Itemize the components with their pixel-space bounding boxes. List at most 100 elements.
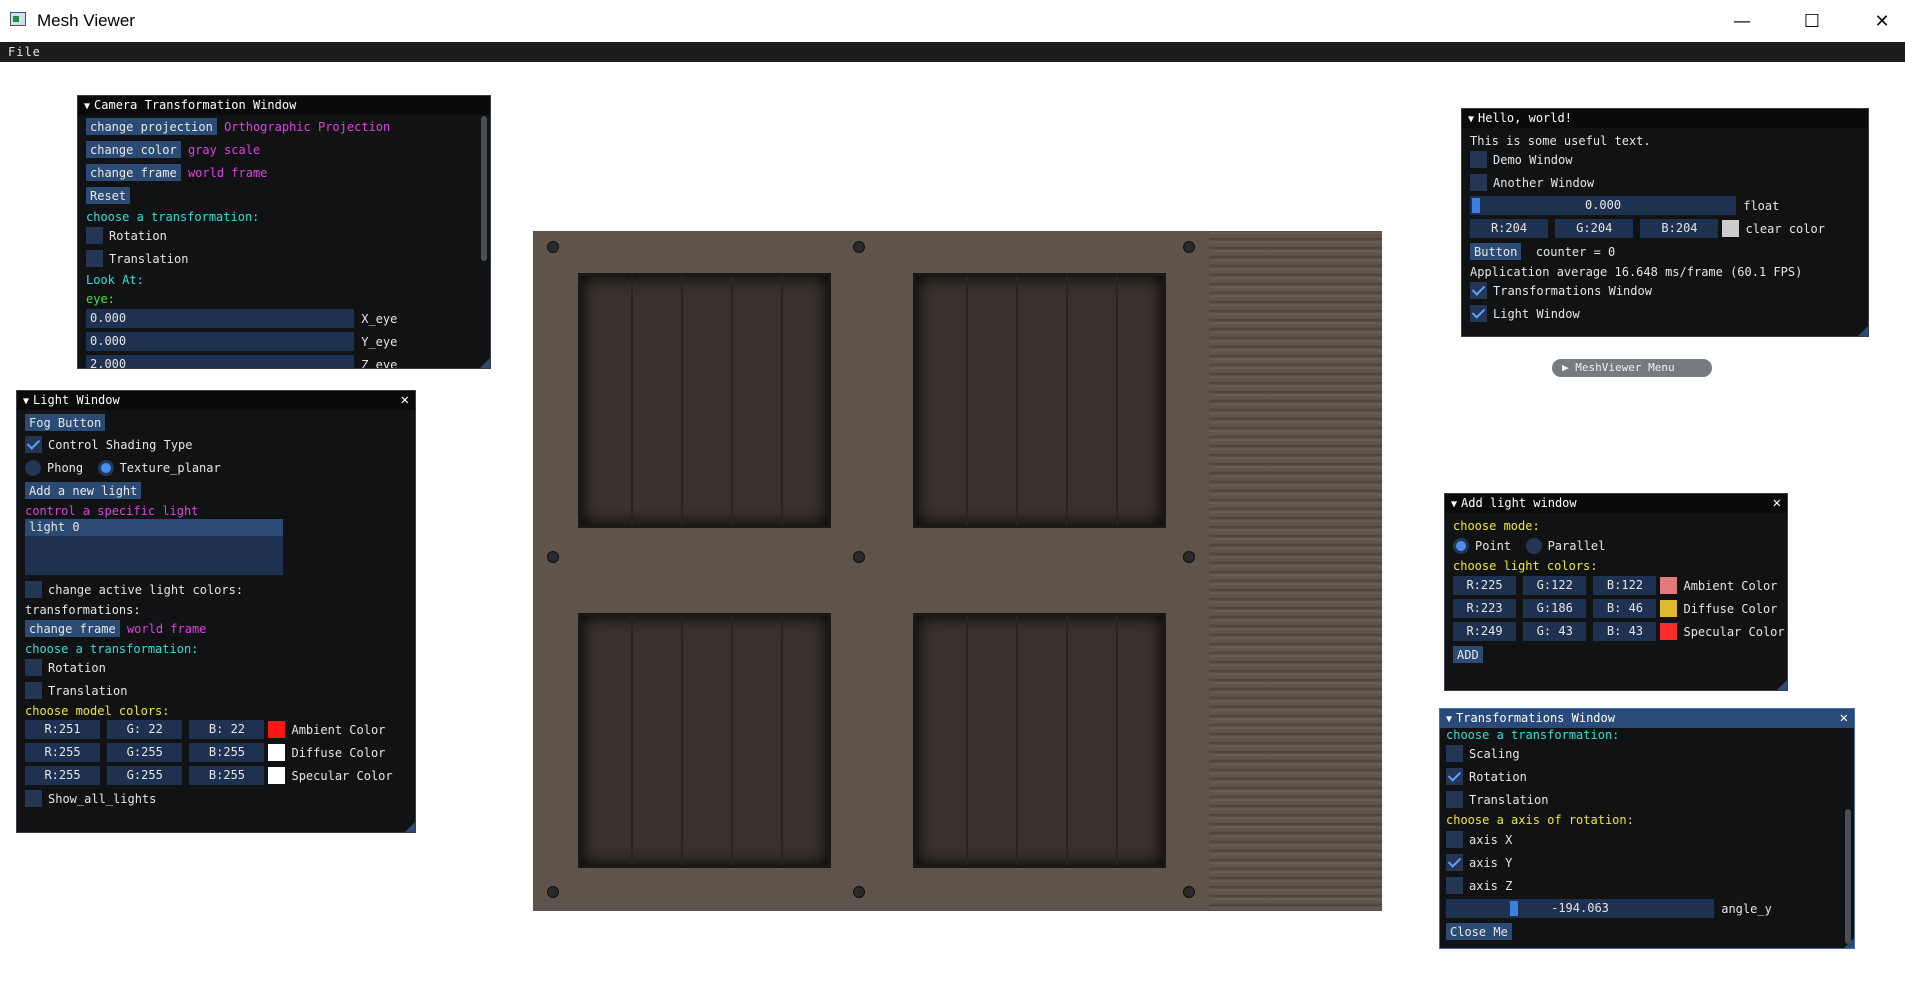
light-diffuse-b-field[interactable]: B: 46 — [1593, 599, 1657, 618]
specular-b-field[interactable]: B:255 — [189, 766, 265, 785]
light-diffuse-swatch[interactable] — [1660, 600, 1678, 617]
demo-window-checkbox[interactable] — [1470, 151, 1487, 168]
light-listbox[interactable]: light 0 — [25, 519, 283, 575]
clear-r-field[interactable]: R:204 — [1470, 219, 1548, 238]
clear-color-label: clear color — [1745, 221, 1825, 236]
angle-y-slider[interactable]: -194.063 — [1446, 899, 1714, 918]
rotation-checkbox[interactable] — [1446, 768, 1463, 785]
axis-y-checkbox[interactable] — [1446, 854, 1463, 871]
scrollbar-thumb[interactable] — [1845, 809, 1851, 944]
translation-label: Translation — [48, 683, 128, 698]
texture-planar-radio[interactable] — [97, 459, 114, 476]
point-radio[interactable] — [1453, 537, 1469, 554]
minimize-button[interactable]: — — [1722, 6, 1762, 36]
light-window-checkbox[interactable] — [1470, 305, 1487, 322]
menu-file[interactable]: File — [8, 45, 41, 59]
collapse-arrow-icon[interactable]: ▼ — [23, 392, 29, 411]
phong-radio[interactable] — [25, 459, 41, 476]
control-shading-checkbox[interactable] — [25, 436, 42, 453]
fog-button[interactable]: Fog Button — [25, 414, 106, 431]
clear-b-field[interactable]: B:204 — [1640, 219, 1719, 238]
collapse-arrow-icon[interactable]: ▼ — [1451, 495, 1457, 514]
light-diffuse-g-field[interactable]: G:186 — [1523, 599, 1587, 618]
rotation-label: Rotation — [1469, 769, 1527, 784]
scaling-checkbox[interactable] — [1446, 745, 1463, 762]
ambient-color-swatch[interactable] — [268, 721, 286, 738]
render-viewport[interactable] — [533, 231, 1382, 911]
camera-window-titlebar[interactable]: ▼ Camera Transformation Window — [78, 96, 490, 115]
collapse-arrow-icon[interactable]: ▼ — [84, 97, 90, 116]
close-me-button[interactable]: Close Me — [1446, 923, 1512, 940]
light-specular-r-field[interactable]: R:249 — [1453, 622, 1516, 641]
z-eye-input[interactable]: 2.000 — [86, 355, 354, 368]
maximize-button[interactable]: ☐ — [1792, 6, 1832, 36]
float-slider[interactable]: 0.000 — [1470, 196, 1736, 215]
change-frame-button[interactable]: change frame — [25, 620, 120, 637]
resize-grip[interactable] — [1777, 680, 1787, 690]
slider-grab[interactable] — [1510, 901, 1518, 916]
y-eye-input[interactable]: 0.000 — [86, 332, 354, 351]
show-all-lights-checkbox[interactable] — [25, 790, 42, 807]
resize-grip[interactable] — [1844, 938, 1854, 948]
bolt — [547, 886, 559, 898]
add-light-button[interactable]: Add a new light — [25, 482, 142, 499]
angle-y-value: -194.063 — [1551, 901, 1609, 915]
translation-checkbox[interactable] — [86, 250, 103, 267]
resize-grip[interactable] — [480, 358, 490, 368]
close-button[interactable]: ✕ — [1862, 6, 1902, 36]
axis-x-checkbox[interactable] — [1446, 831, 1463, 848]
add-light-titlebar[interactable]: ▼ Add light window ✕ — [1445, 494, 1787, 513]
collapse-arrow-icon[interactable]: ▼ — [1468, 110, 1474, 129]
specular-g-field[interactable]: G:255 — [107, 766, 183, 785]
change-frame-button[interactable]: change frame — [86, 164, 181, 181]
rotation-checkbox[interactable] — [86, 227, 103, 244]
translation-checkbox[interactable] — [25, 682, 42, 699]
meshviewer-menu-collapsed[interactable]: ▶ MeshViewer Menu — [1552, 359, 1712, 377]
axis-z-checkbox[interactable] — [1446, 877, 1463, 894]
close-icon[interactable]: ✕ — [401, 391, 409, 410]
light-specular-swatch[interactable] — [1660, 623, 1678, 640]
change-active-light-checkbox[interactable] — [25, 581, 42, 598]
resize-grip[interactable] — [1858, 326, 1868, 336]
scrollbar-thumb[interactable] — [481, 116, 487, 261]
light-specular-b-field[interactable]: B: 43 — [1593, 622, 1657, 641]
list-item[interactable]: light 0 — [25, 519, 283, 536]
light-ambient-b-field[interactable]: B:122 — [1593, 576, 1657, 595]
projection-value: Orthographic Projection — [224, 119, 391, 134]
slider-grab[interactable] — [1472, 198, 1480, 213]
reset-button[interactable]: Reset — [86, 187, 131, 204]
light-window-titlebar[interactable]: ▼ Light Window ✕ — [17, 391, 415, 410]
ambient-g-field[interactable]: G: 22 — [107, 720, 183, 739]
close-icon[interactable]: ✕ — [1840, 709, 1848, 728]
change-color-button[interactable]: change color — [86, 141, 181, 158]
x-eye-input[interactable]: 0.000 — [86, 309, 354, 328]
another-window-checkbox[interactable] — [1470, 174, 1487, 191]
clear-g-field[interactable]: G:204 — [1555, 219, 1634, 238]
point-label: Point — [1475, 538, 1512, 553]
light-specular-g-field[interactable]: G: 43 — [1523, 622, 1587, 641]
transformations-window-checkbox[interactable] — [1470, 282, 1487, 299]
resize-grip[interactable] — [405, 822, 415, 832]
hello-window-titlebar[interactable]: ▼ Hello, world! — [1462, 109, 1868, 128]
parallel-radio[interactable] — [1525, 537, 1542, 554]
bolt — [1183, 241, 1195, 253]
specular-r-field[interactable]: R:255 — [25, 766, 100, 785]
diffuse-g-field[interactable]: G:255 — [107, 743, 183, 762]
specular-color-swatch[interactable] — [268, 767, 286, 784]
close-icon[interactable]: ✕ — [1773, 494, 1781, 513]
ambient-r-field[interactable]: R:251 — [25, 720, 100, 739]
diffuse-color-swatch[interactable] — [268, 744, 286, 761]
light-ambient-g-field[interactable]: G:122 — [1523, 576, 1587, 595]
hello-button[interactable]: Button — [1470, 243, 1522, 260]
diffuse-b-field[interactable]: B:255 — [189, 743, 265, 762]
light-ambient-swatch[interactable] — [1660, 577, 1678, 594]
light-ambient-r-field[interactable]: R:225 — [1453, 576, 1516, 595]
change-projection-button[interactable]: change projection — [86, 118, 217, 135]
light-diffuse-r-field[interactable]: R:223 — [1453, 599, 1516, 618]
diffuse-r-field[interactable]: R:255 — [25, 743, 100, 762]
ambient-b-field[interactable]: B: 22 — [189, 720, 265, 739]
rotation-checkbox[interactable] — [25, 659, 42, 676]
clear-color-swatch[interactable] — [1722, 220, 1740, 237]
add-button[interactable]: ADD — [1453, 646, 1483, 663]
translation-checkbox[interactable] — [1446, 791, 1463, 808]
